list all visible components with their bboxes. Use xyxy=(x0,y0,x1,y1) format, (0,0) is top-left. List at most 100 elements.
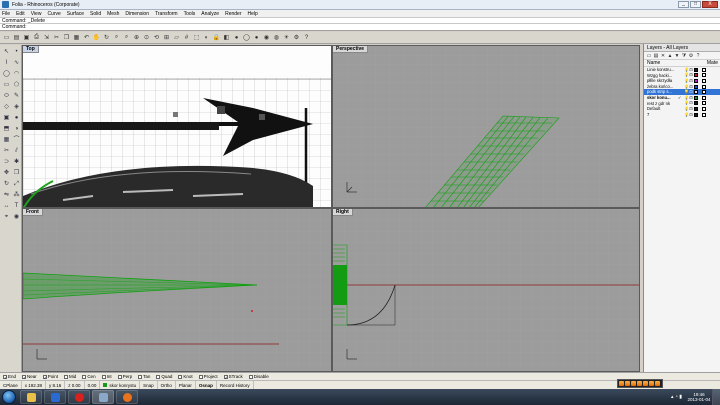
select-all-icon[interactable]: ⬚ xyxy=(192,33,201,42)
layer-material-swatch[interactable] xyxy=(702,78,706,83)
layer-material-swatch[interactable] xyxy=(702,67,706,72)
light-bulb-icon[interactable]: 💡 xyxy=(684,84,689,89)
text-icon[interactable]: T xyxy=(12,202,21,211)
boolean-icon[interactable]: ◑ xyxy=(12,125,21,134)
taskbar-opera[interactable] xyxy=(68,390,90,404)
light-bulb-icon[interactable]: 💡 xyxy=(684,101,689,105)
render-icon[interactable]: ◉ xyxy=(262,33,271,42)
layer-color-swatch[interactable] xyxy=(694,78,698,83)
lock-icon[interactable]: ⊡ xyxy=(689,73,693,77)
hide-icon[interactable]: ◐ xyxy=(202,33,211,42)
material-icon[interactable]: ◍ xyxy=(272,33,281,42)
menu-surface[interactable]: Surface xyxy=(67,11,84,17)
menu-solid[interactable]: Solid xyxy=(90,11,101,17)
open-file-icon[interactable]: ▤ xyxy=(12,33,21,42)
properties-icon[interactable]: ● xyxy=(232,33,241,42)
name-column-header[interactable]: Name xyxy=(647,60,660,66)
command-input[interactable]: Command: xyxy=(0,24,720,31)
cplane-icon[interactable]: ▱ xyxy=(172,33,181,42)
undo-view-icon[interactable]: ⟲ xyxy=(152,33,161,42)
osnap-checkbox[interactable] xyxy=(178,374,183,379)
menu-view[interactable]: View xyxy=(31,11,42,17)
save-icon[interactable]: ▣ xyxy=(22,33,31,42)
taskbar-media[interactable] xyxy=(44,390,66,404)
viewport-front-label[interactable]: Front xyxy=(23,209,43,216)
surface-icon[interactable]: ◇ xyxy=(2,103,11,112)
osnap-cen[interactable]: Cen xyxy=(82,374,96,379)
help-icon[interactable]: ? xyxy=(302,33,311,42)
layer-color-swatch[interactable] xyxy=(694,67,698,72)
lock-icon[interactable]: ⊡ xyxy=(689,78,693,83)
clock[interactable]: 19:46 2013-01-04 xyxy=(686,392,712,402)
osnap-checkbox[interactable] xyxy=(198,374,203,379)
layer-material-swatch[interactable] xyxy=(702,95,706,100)
menu-analyze[interactable]: Analyze xyxy=(201,11,219,17)
osnap-near[interactable]: ✓ Near xyxy=(22,374,37,379)
import-icon[interactable]: ⇲ xyxy=(42,33,51,42)
osnap-checkbox[interactable]: ✓ xyxy=(223,374,228,379)
tray-icons[interactable]: ▴ ◔ ▮ xyxy=(671,394,682,400)
viewport-top-label[interactable]: Top xyxy=(23,46,39,53)
osnap-project[interactable]: Project xyxy=(198,374,218,379)
layer-color-swatch[interactable] xyxy=(694,84,698,89)
layer-tools-icon[interactable]: ⚙ xyxy=(688,53,694,59)
osnap-mid[interactable]: Mid xyxy=(64,374,76,379)
osnap-end[interactable]: ✓ End xyxy=(3,374,16,379)
menu-file[interactable]: File xyxy=(2,11,10,17)
extrude-icon[interactable]: ⬒ xyxy=(2,125,11,134)
layer-icon[interactable]: ◧ xyxy=(222,33,231,42)
lock-icon[interactable]: 🔒 xyxy=(212,33,221,42)
explode-icon[interactable]: ✱ xyxy=(12,158,21,167)
osnap-point[interactable]: ✓ Point xyxy=(42,374,58,379)
sphere-icon[interactable]: ● xyxy=(12,114,21,123)
lock-icon[interactable]: ⊡ xyxy=(689,112,693,117)
menu-transform[interactable]: Transform xyxy=(155,11,178,17)
rotate-view-icon[interactable]: ↻ xyxy=(102,33,111,42)
menu-curve[interactable]: Curve xyxy=(47,11,60,17)
light-bulb-icon[interactable]: 💡 xyxy=(684,78,689,83)
rotate-icon[interactable]: ↻ xyxy=(2,180,11,189)
cut-icon[interactable]: ✂ xyxy=(52,33,61,42)
curve-icon[interactable]: ∿ xyxy=(12,59,21,68)
render-tool-icon[interactable]: ◉ xyxy=(12,213,21,222)
new-layer-icon[interactable]: ▭ xyxy=(646,53,652,59)
light-icon[interactable]: ☀ xyxy=(282,33,291,42)
options-icon[interactable]: ⚙ xyxy=(292,33,301,42)
viewport-top[interactable]: Top xyxy=(22,45,332,208)
light-bulb-icon[interactable]: 💡 xyxy=(684,67,689,72)
ellipse-icon[interactable]: ⬭ xyxy=(2,92,11,101)
pan-icon[interactable]: ✋ xyxy=(92,33,101,42)
new-file-icon[interactable]: ▭ xyxy=(2,33,11,42)
array-icon[interactable]: ⁂ xyxy=(12,191,21,200)
polyline-icon[interactable]: ⌇ xyxy=(2,59,11,68)
close-button[interactable]: X xyxy=(702,1,718,8)
grid-icon[interactable]: # xyxy=(182,33,191,42)
analyze-icon[interactable]: ⌖ xyxy=(2,213,11,222)
layer-help-icon[interactable]: ? xyxy=(695,53,701,59)
menu-tools[interactable]: Tools xyxy=(184,11,196,17)
zoom-extents-icon[interactable]: ⊕ xyxy=(132,33,141,42)
lock-icon[interactable]: ⊡ xyxy=(689,95,693,100)
layer-color-swatch[interactable] xyxy=(694,112,698,117)
layer-color-swatch[interactable] xyxy=(694,101,698,106)
lock-icon[interactable]: ⊡ xyxy=(689,67,693,72)
loft-icon[interactable]: ◈ xyxy=(12,103,21,112)
dimension-icon[interactable]: ↔ xyxy=(2,202,11,211)
osnap-checkbox[interactable] xyxy=(64,374,69,379)
layer-color-swatch[interactable] xyxy=(694,90,698,95)
join-icon[interactable]: ⊃ xyxy=(2,158,11,167)
move-down-icon[interactable]: ▼ xyxy=(674,53,680,59)
point-icon[interactable]: • xyxy=(12,48,21,57)
undo-icon[interactable]: ↶ xyxy=(82,33,91,42)
light-bulb-icon[interactable]: 💡 xyxy=(684,73,689,77)
layer-material-swatch[interactable] xyxy=(702,112,706,117)
taskbar-rhino[interactable] xyxy=(92,390,114,404)
scale-icon[interactable]: ⤢ xyxy=(12,180,21,189)
start-button[interactable] xyxy=(2,390,16,404)
osnap-strack[interactable]: ✓ STrack xyxy=(223,374,243,379)
box-icon[interactable]: ▣ xyxy=(2,114,11,123)
new-sublayer-icon[interactable]: ▤ xyxy=(653,53,659,59)
mirror-icon[interactable]: ⇋ xyxy=(2,191,11,200)
menu-edit[interactable]: Edit xyxy=(16,11,25,17)
move-up-icon[interactable]: ▲ xyxy=(667,53,673,59)
